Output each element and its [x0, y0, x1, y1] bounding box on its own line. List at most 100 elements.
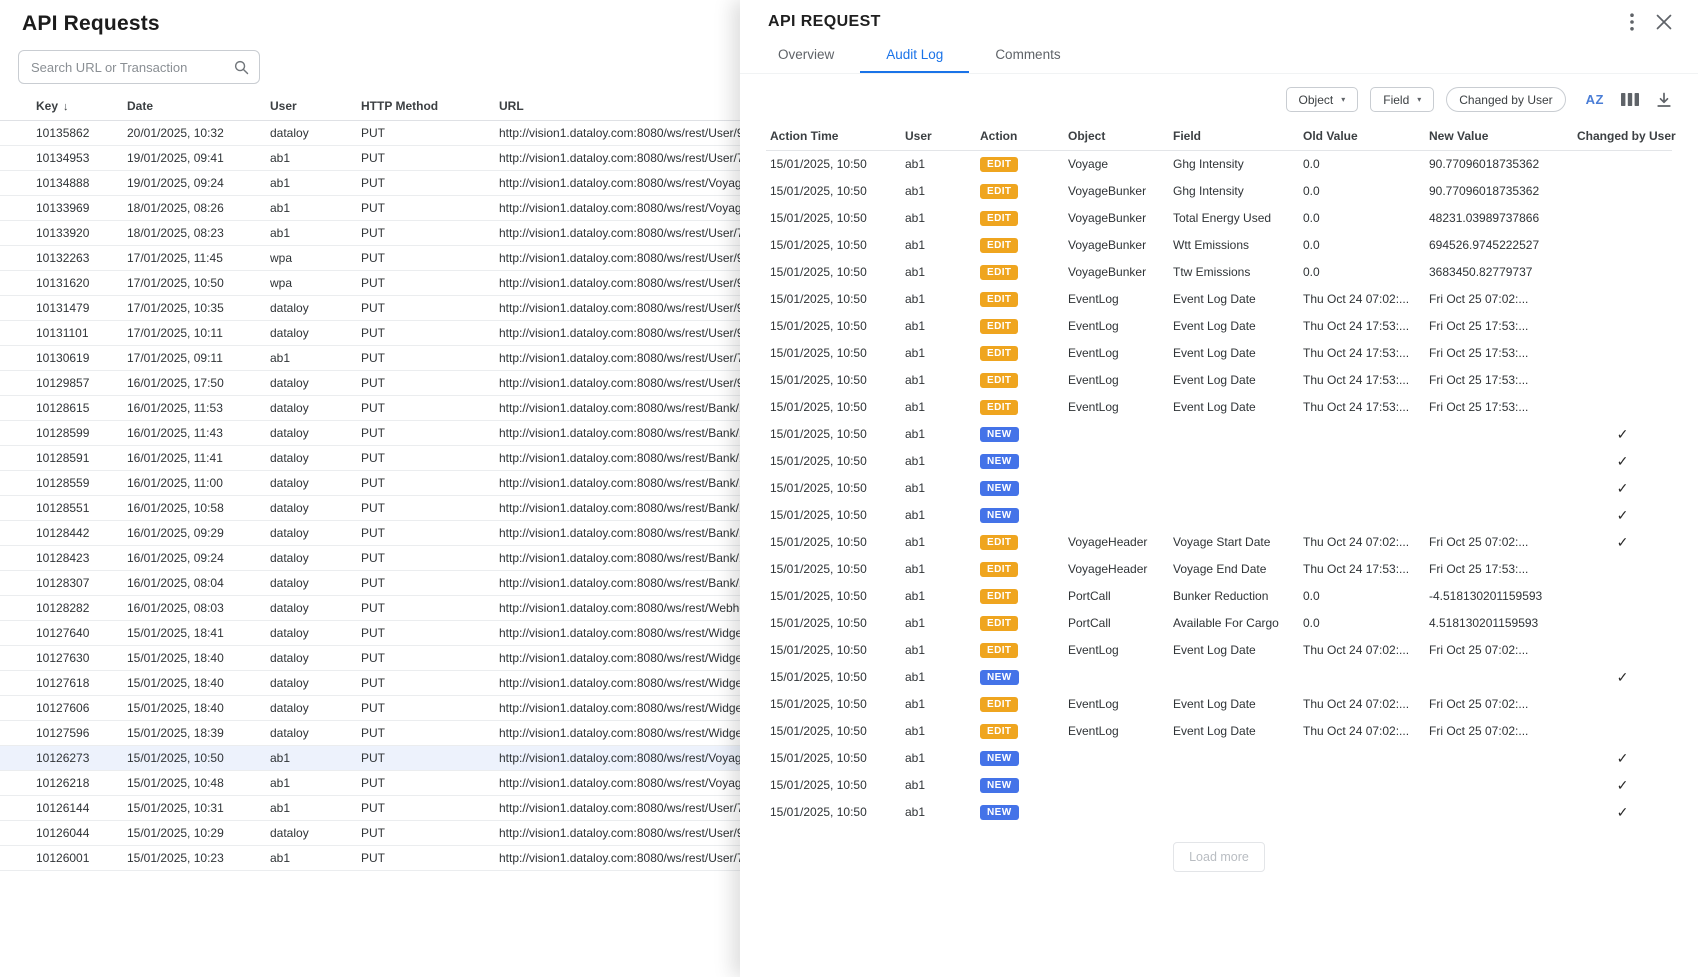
audit-old-value: Thu Oct 24 07:02:... [1299, 286, 1425, 313]
action-badge: EDIT [980, 346, 1018, 361]
audit-action-time: 15/01/2025, 10:50 [766, 232, 901, 259]
audit-action: NEW [976, 664, 1064, 691]
audit-action-time: 15/01/2025, 10:50 [766, 502, 901, 529]
audit-user: ab1 [901, 421, 976, 448]
kebab-menu-icon[interactable] [1630, 13, 1634, 31]
audit-old-value: Thu Oct 24 17:53:... [1299, 340, 1425, 367]
column-header-http-method[interactable]: HTTP Method [361, 92, 499, 121]
request-method: PUT [361, 246, 499, 271]
audit-changed-by-user: ✓ [1573, 664, 1672, 691]
action-badge: NEW [980, 427, 1019, 442]
check-icon: ✓ [1617, 750, 1629, 766]
request-date: 15/01/2025, 10:50 [127, 746, 270, 771]
request-date: 19/01/2025, 09:41 [127, 146, 270, 171]
audit-object [1064, 799, 1169, 826]
column-header-key[interactable]: Key↓ [0, 92, 127, 121]
search-icon [233, 59, 250, 76]
audit-action-time: 15/01/2025, 10:50 [766, 799, 901, 826]
request-key: 10134953 [0, 146, 127, 171]
audit-action-time: 15/01/2025, 10:50 [766, 718, 901, 745]
audit-user: ab1 [901, 502, 976, 529]
request-date: 15/01/2025, 18:41 [127, 621, 270, 646]
columns-icon[interactable] [1621, 92, 1639, 107]
request-method: PUT [361, 421, 499, 446]
audit-changed-by-user [1573, 313, 1672, 340]
object-filter-label: Object [1299, 93, 1334, 107]
audit-new-value: Fri Oct 25 17:53:... [1425, 394, 1573, 421]
field-filter-button[interactable]: Field ▾ [1370, 87, 1434, 112]
audit-object [1064, 421, 1169, 448]
audit-action: EDIT [976, 556, 1064, 583]
audit-object: EventLog [1064, 637, 1169, 664]
audit-action: EDIT [976, 313, 1064, 340]
audit-old-value [1299, 475, 1425, 502]
request-method: PUT [361, 471, 499, 496]
audit-changed-by-user: ✓ [1573, 745, 1672, 772]
audit-old-value: 0.0 [1299, 151, 1425, 178]
download-icon[interactable] [1656, 92, 1672, 108]
audit-field: Voyage Start Date [1169, 529, 1299, 556]
audit-new-value: 90.77096018735362 [1425, 178, 1573, 205]
audit-action: EDIT [976, 610, 1064, 637]
tab-comments[interactable]: Comments [969, 36, 1086, 73]
audit-field: Available For Cargo [1169, 610, 1299, 637]
check-icon: ✓ [1617, 777, 1629, 793]
search-input[interactable] [31, 60, 233, 75]
column-header-date[interactable]: Date [127, 92, 270, 121]
audit-field: Ghg Intensity [1169, 151, 1299, 178]
audit-action: EDIT [976, 718, 1064, 745]
audit-action-time: 15/01/2025, 10:50 [766, 637, 901, 664]
audit-object: PortCall [1064, 583, 1169, 610]
action-badge: NEW [980, 670, 1019, 685]
audit-old-value: 0.0 [1299, 205, 1425, 232]
audit-new-value: Fri Oct 25 07:02:... [1425, 691, 1573, 718]
audit-changed-by-user [1573, 583, 1672, 610]
action-badge: EDIT [980, 697, 1018, 712]
request-method: PUT [361, 496, 499, 521]
tab-overview[interactable]: Overview [752, 36, 860, 73]
audit-action-time: 15/01/2025, 10:50 [766, 367, 901, 394]
request-date: 16/01/2025, 08:04 [127, 571, 270, 596]
audit-action-time: 15/01/2025, 10:50 [766, 475, 901, 502]
action-badge: EDIT [980, 265, 1018, 280]
audit-action-time: 15/01/2025, 10:50 [766, 448, 901, 475]
audit-row: 15/01/2025, 10:50ab1EDITEventLogEvent Lo… [766, 313, 1672, 340]
tab-audit-log[interactable]: Audit Log [860, 36, 969, 73]
audit-changed-by-user: ✓ [1573, 421, 1672, 448]
drawer-tabs: Overview Audit Log Comments [740, 36, 1698, 74]
audit-changed-by-user [1573, 340, 1672, 367]
request-user: dataloy [270, 671, 361, 696]
audit-field [1169, 502, 1299, 529]
audit-header-row: Action Time User Action Object Field Old… [766, 122, 1672, 151]
request-key: 10131620 [0, 271, 127, 296]
audit-tool-icons: AZ [1586, 92, 1672, 108]
audit-row: 15/01/2025, 10:50ab1EDITVoyageHeaderVoya… [766, 529, 1672, 556]
audit-action: NEW [976, 772, 1064, 799]
audit-row: 15/01/2025, 10:50ab1EDITEventLogEvent Lo… [766, 691, 1672, 718]
check-icon: ✓ [1617, 534, 1629, 550]
audit-row: 15/01/2025, 10:50ab1EDITVoyageBunkerGhg … [766, 178, 1672, 205]
changed-by-user-filter-button[interactable]: Changed by User [1446, 87, 1565, 112]
request-date: 20/01/2025, 10:32 [127, 121, 270, 146]
audit-row: 15/01/2025, 10:50ab1EDITVoyageBunkerTota… [766, 205, 1672, 232]
audit-row: 15/01/2025, 10:50ab1EDITEventLogEvent Lo… [766, 718, 1672, 745]
audit-changed-by-user [1573, 556, 1672, 583]
audit-action: EDIT [976, 394, 1064, 421]
request-method: PUT [361, 546, 499, 571]
audit-action: EDIT [976, 259, 1064, 286]
object-filter-button[interactable]: Object ▾ [1286, 87, 1359, 112]
audit-user: ab1 [901, 664, 976, 691]
request-user: ab1 [270, 221, 361, 246]
audit-column-old-value: Old Value [1299, 122, 1425, 151]
action-badge: EDIT [980, 535, 1018, 550]
load-more-button[interactable]: Load more [1173, 842, 1265, 872]
audit-column-action-time: Action Time [766, 122, 901, 151]
close-icon[interactable] [1656, 14, 1672, 30]
audit-action-time: 15/01/2025, 10:50 [766, 421, 901, 448]
column-header-user[interactable]: User [270, 92, 361, 121]
request-user: dataloy [270, 721, 361, 746]
audit-row: 15/01/2025, 10:50ab1EDITVoyageHeaderVoya… [766, 556, 1672, 583]
sort-alpha-icon[interactable]: AZ [1586, 92, 1604, 107]
audit-action: NEW [976, 502, 1064, 529]
audit-row: 15/01/2025, 10:50ab1NEW✓ [766, 772, 1672, 799]
